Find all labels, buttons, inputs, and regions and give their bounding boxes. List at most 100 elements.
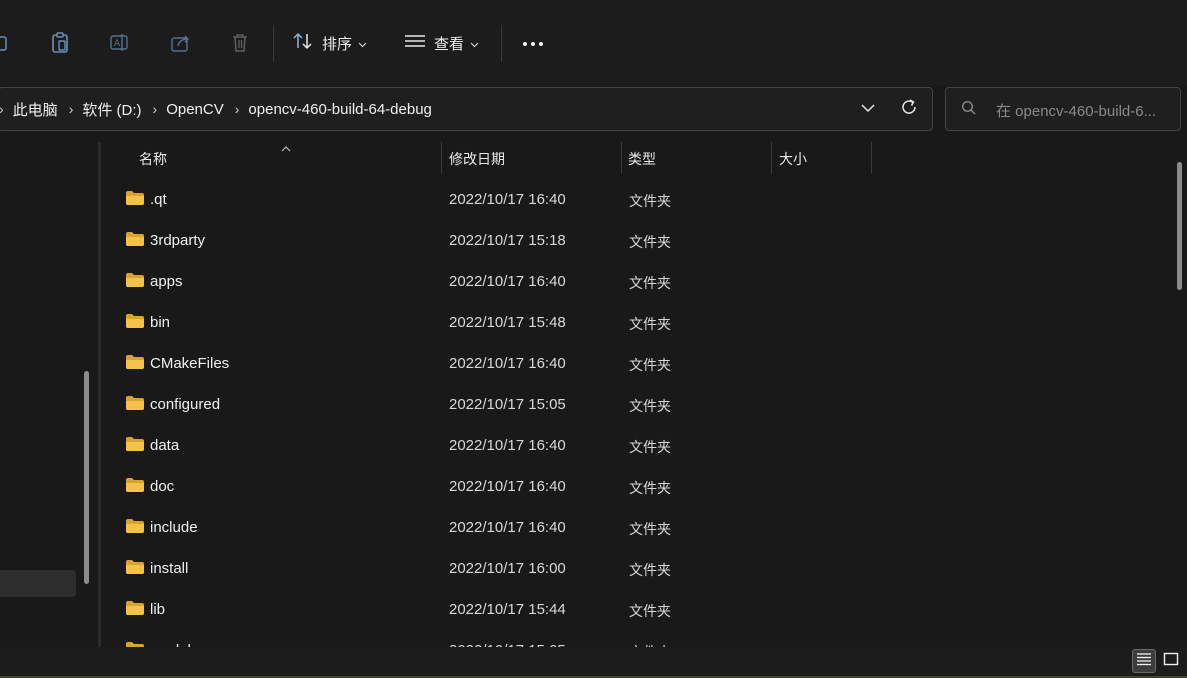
file-type: 文件夹 xyxy=(629,480,671,496)
file-modified-date: 2022/10/17 15:44 xyxy=(449,601,566,618)
status-bar xyxy=(0,647,1187,678)
search-box[interactable]: 在 opencv-460-build-6... xyxy=(945,87,1181,131)
file-name[interactable]: data xyxy=(150,437,179,454)
file-row[interactable]: install 2022/10/17 16:00 文件夹 xyxy=(110,548,1170,589)
folder-icon xyxy=(125,518,145,539)
file-type: 文件夹 xyxy=(629,357,671,373)
tiles-view-icon xyxy=(1163,652,1179,671)
file-name[interactable]: 3rdparty xyxy=(150,232,205,249)
address-history-dropdown[interactable] xyxy=(855,96,881,122)
column-header-type[interactable]: 类型 xyxy=(628,145,768,173)
file-name[interactable]: CMakeFiles xyxy=(150,355,229,372)
share-icon[interactable] xyxy=(166,28,196,58)
file-modified-date: 2022/10/17 15:18 xyxy=(449,232,566,249)
column-divider[interactable] xyxy=(621,142,622,174)
file-name[interactable]: apps xyxy=(150,273,183,290)
chevron-right-icon[interactable]: › xyxy=(69,101,74,117)
file-modified-date: 2022/10/17 16:40 xyxy=(449,519,566,536)
file-name[interactable]: .qt xyxy=(150,191,167,208)
folder-icon xyxy=(125,559,145,580)
folder-icon xyxy=(125,600,145,621)
rename-icon[interactable]: A xyxy=(105,28,135,58)
breadcrumb-opencv[interactable]: OpenCV xyxy=(166,101,224,118)
file-row[interactable]: include 2022/10/17 16:40 文件夹 xyxy=(110,507,1170,548)
refresh-icon xyxy=(900,98,918,121)
file-name[interactable]: install xyxy=(150,560,188,577)
view-button[interactable]: 查看 xyxy=(404,28,479,58)
file-type: 文件夹 xyxy=(629,521,671,537)
file-modified-date: 2022/10/17 16:00 xyxy=(449,560,566,577)
view-label: 查看 xyxy=(434,35,465,53)
column-header-size[interactable]: 大小 xyxy=(779,145,869,173)
file-type: 文件夹 xyxy=(629,562,671,578)
details-view-button[interactable] xyxy=(1132,649,1156,673)
sort-button[interactable]: 排序 xyxy=(292,28,367,58)
file-name[interactable]: doc xyxy=(150,478,174,495)
file-name[interactable]: bin xyxy=(150,314,170,331)
file-list-scrollbar[interactable] xyxy=(1177,162,1182,290)
folder-icon xyxy=(125,436,145,457)
file-row[interactable]: doc 2022/10/17 16:40 文件夹 xyxy=(110,466,1170,507)
file-row[interactable]: CMakeFiles 2022/10/17 16:40 文件夹 xyxy=(110,343,1170,384)
file-type: 文件夹 xyxy=(629,193,671,209)
file-type: 文件夹 xyxy=(629,234,671,250)
more-icon xyxy=(522,34,544,52)
file-row[interactable]: data 2022/10/17 16:40 文件夹 xyxy=(110,425,1170,466)
file-row[interactable]: .qt 2022/10/17 16:40 文件夹 xyxy=(110,179,1170,220)
file-modified-date: 2022/10/17 15:48 xyxy=(449,314,566,331)
file-type: 文件夹 xyxy=(629,398,671,414)
tiles-view-button[interactable] xyxy=(1159,649,1183,673)
file-name[interactable]: include xyxy=(150,519,198,536)
column-divider[interactable] xyxy=(771,142,772,174)
column-header-modified[interactable]: 修改日期 xyxy=(449,145,619,173)
breadcrumb-current-folder[interactable]: opencv-460-build-64-debug xyxy=(248,101,431,118)
more-options-button[interactable] xyxy=(519,28,547,58)
file-row[interactable]: lib 2022/10/17 15:44 文件夹 xyxy=(110,589,1170,630)
file-type: 文件夹 xyxy=(629,275,671,291)
navigation-scrollbar[interactable] xyxy=(84,371,89,584)
file-modified-date: 2022/10/17 16:40 xyxy=(449,478,566,495)
file-row[interactable]: apps 2022/10/17 16:40 文件夹 xyxy=(110,261,1170,302)
file-name[interactable]: lib xyxy=(150,601,165,618)
column-divider[interactable] xyxy=(871,142,872,174)
chevron-right-icon[interactable]: › xyxy=(235,101,240,117)
toolbar-divider xyxy=(273,25,274,62)
toolbar-divider xyxy=(501,25,502,62)
column-header-name[interactable]: 名称 xyxy=(139,145,439,173)
chevron-down-icon xyxy=(358,35,367,52)
file-name[interactable]: configured xyxy=(150,396,220,413)
address-bar[interactable]: › 此电脑 › 软件 (D:) › OpenCV › opencv-460-bu… xyxy=(0,87,933,131)
file-modified-date: 2022/10/17 16:40 xyxy=(449,355,566,372)
breadcrumb-drive-d[interactable]: 软件 (D:) xyxy=(82,99,141,120)
chevron-right-icon[interactable]: › xyxy=(153,101,158,117)
file-modified-date: 2022/10/17 16:40 xyxy=(449,437,566,454)
refresh-button[interactable] xyxy=(896,96,922,122)
file-list: .qt 2022/10/17 16:40 文件夹 3rdparty 2022/10/17… xyxy=(110,179,1170,647)
folder-icon xyxy=(125,272,145,293)
pane-splitter[interactable] xyxy=(98,142,101,647)
folder-icon xyxy=(125,477,145,498)
file-row[interactable]: bin 2022/10/17 15:48 文件夹 xyxy=(110,302,1170,343)
copy-icon[interactable] xyxy=(0,28,18,58)
file-row[interactable]: modules2022/10/17 15:05文件夹 xyxy=(110,630,1170,647)
folder-icon xyxy=(125,231,145,252)
search-input[interactable]: 在 opencv-460-build-6... xyxy=(996,100,1176,121)
chevron-right-icon: › xyxy=(0,101,4,117)
view-icon xyxy=(404,33,426,53)
file-row[interactable]: 3rdparty 2022/10/17 15:18 文件夹 xyxy=(110,220,1170,261)
file-type: 文件夹 xyxy=(629,603,671,619)
folder-icon xyxy=(125,313,145,334)
breadcrumb: › 此电脑 › 软件 (D:) › OpenCV › opencv-460-bu… xyxy=(0,88,432,130)
delete-icon[interactable] xyxy=(225,28,255,58)
file-type: 文件夹 xyxy=(629,316,671,332)
chevron-down-icon xyxy=(470,35,479,52)
file-row[interactable]: configured 2022/10/17 15:05 文件夹 xyxy=(110,384,1170,425)
paste-icon[interactable] xyxy=(45,28,75,58)
svg-text:A: A xyxy=(114,39,121,49)
column-divider[interactable] xyxy=(441,142,442,174)
file-type: 文件夹 xyxy=(629,439,671,455)
navigation-selected-item[interactable] xyxy=(0,570,76,597)
breadcrumb-this-pc[interactable]: 此电脑 xyxy=(13,99,58,120)
sort-label: 排序 xyxy=(322,35,353,53)
file-modified-date: 2022/10/17 16:40 xyxy=(449,273,566,290)
